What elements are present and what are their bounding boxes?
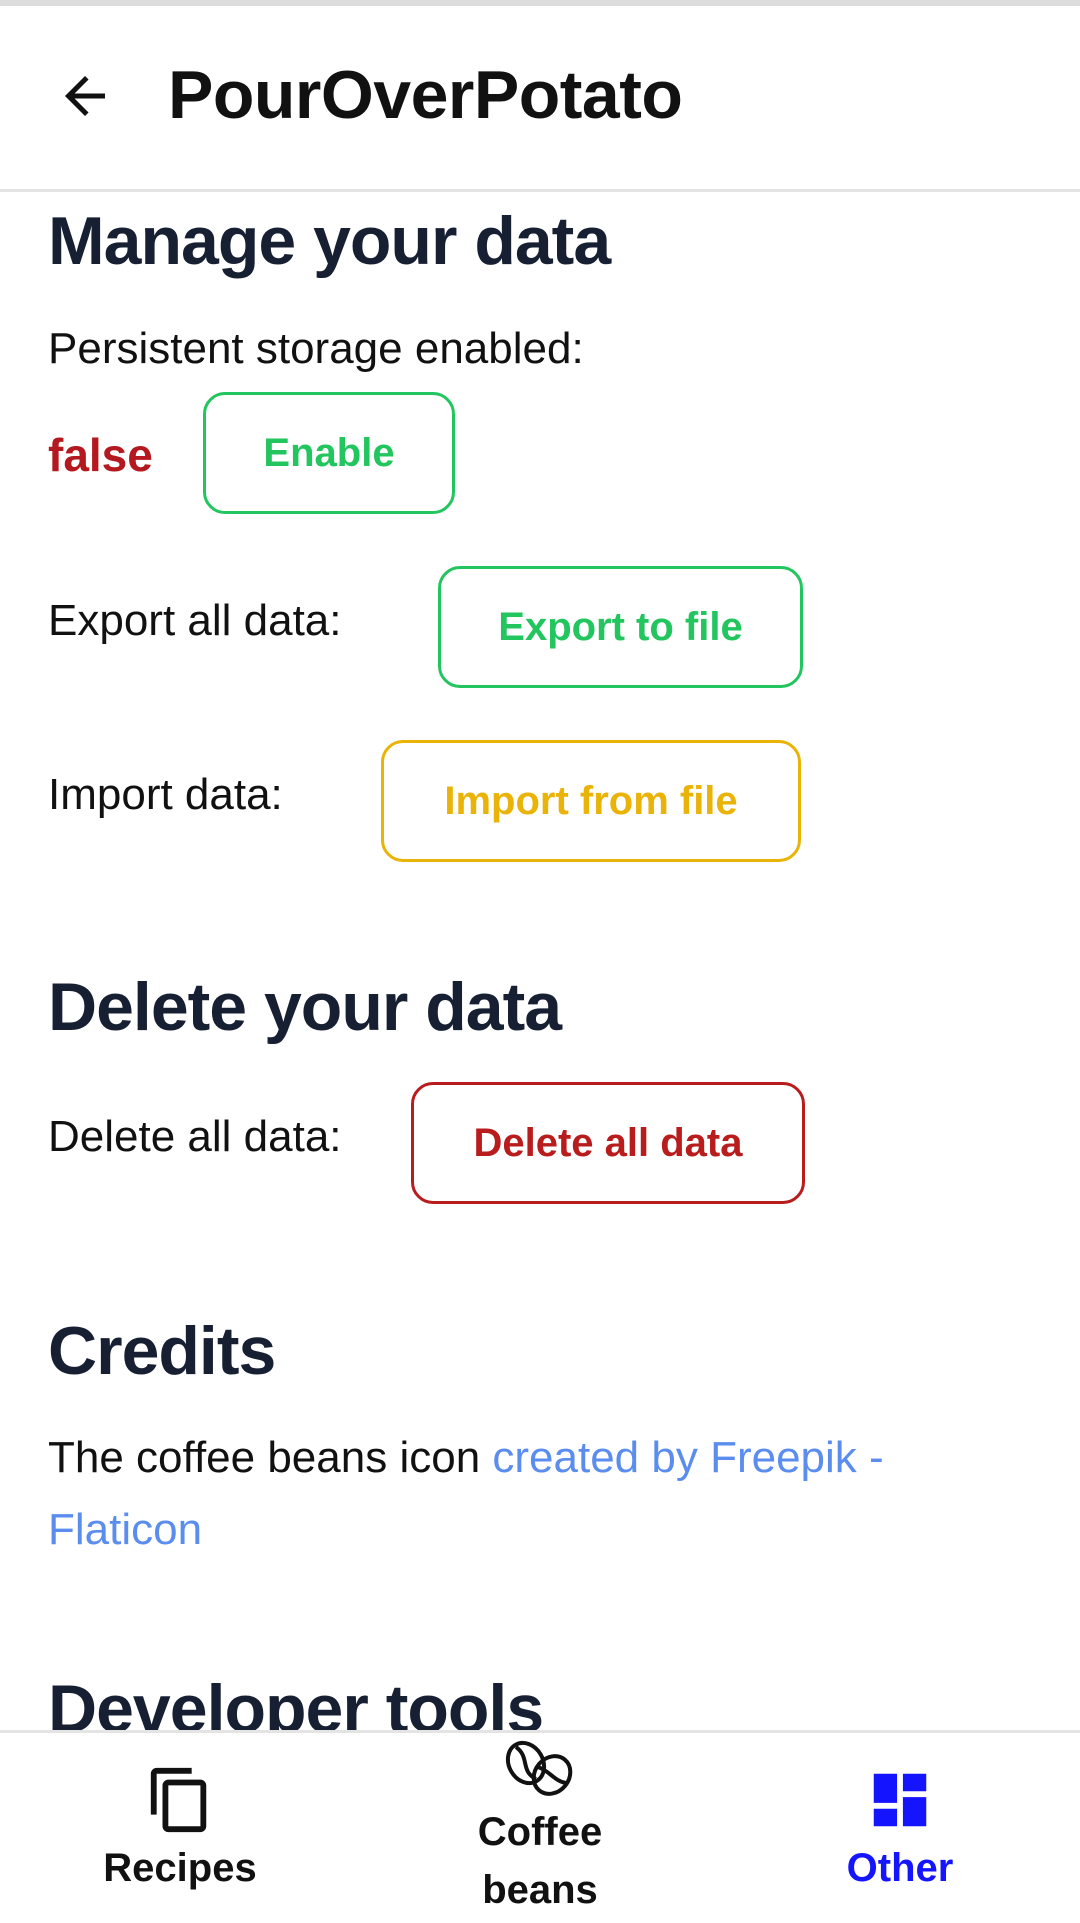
nav-item-other[interactable]: Other (780, 1733, 1020, 1923)
copy-icon (150, 1767, 207, 1833)
persistent-storage-label: Persistent storage enabled: (48, 324, 584, 373)
import-button[interactable]: Import from file (381, 740, 801, 862)
import-label: Import data: (48, 770, 283, 819)
nav-item-recipes[interactable]: Recipes (60, 1733, 300, 1923)
nav-label-coffee-beans: Coffee beans (477, 1810, 603, 1912)
coffee-beans-icon (505, 1740, 573, 1796)
bottom-navigation: Recipes Coffee beans Other (0, 1730, 1080, 1920)
settings-content: Manage your data Persistent storage enab… (0, 192, 1080, 1730)
enable-button[interactable]: Enable (203, 392, 455, 514)
nav-item-coffee-beans[interactable]: Coffee beans (420, 1733, 660, 1923)
delete-data-heading: Delete your data (48, 969, 562, 1045)
credits-text-body: The coffee beans icon (48, 1433, 493, 1482)
credits-text: The coffee beans icon created by Freepik… (48, 1422, 1008, 1566)
back-button[interactable] (40, 46, 130, 146)
dashboard-icon (873, 1773, 927, 1827)
app-title: PourOverPotato (168, 57, 683, 133)
nav-label-recipes: Recipes (103, 1846, 257, 1890)
nav-label-other: Other (846, 1846, 954, 1890)
delete-label: Delete all data: (48, 1112, 342, 1161)
credits-heading: Credits (48, 1313, 276, 1389)
arrow-left-icon (65, 76, 105, 116)
delete-all-button[interactable]: Delete all data (411, 1082, 805, 1204)
export-label: Export all data: (48, 596, 342, 645)
developer-tools-heading: Developer tools (48, 1671, 544, 1730)
app-bar: PourOverPotato (0, 6, 1080, 192)
persistent-storage-status: false (48, 429, 153, 481)
export-button[interactable]: Export to file (438, 566, 803, 688)
manage-data-heading: Manage your data (48, 203, 611, 279)
